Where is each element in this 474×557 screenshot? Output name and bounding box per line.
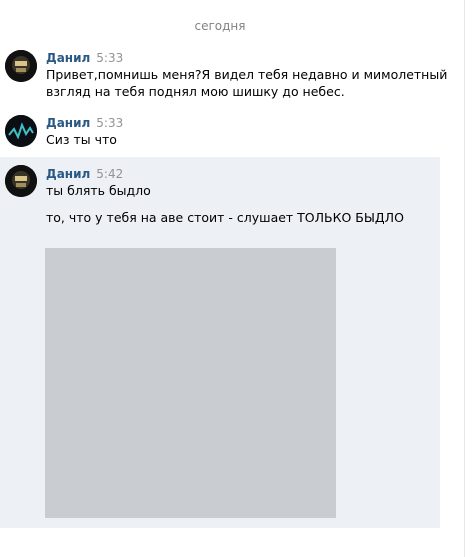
message-text: взгляд на тебя поднял мою шишку до небес…: [46, 84, 345, 99]
avatar[interactable]: [5, 50, 37, 82]
avatar-image: [5, 115, 37, 147]
chat-history: сегодня Данил 5:33 Привет,помнишь меня?Я …: [0, 0, 474, 557]
message-text: Привет,помнишь меня?Я видел тебя недавно…: [46, 67, 448, 82]
message-time[interactable]: 5:33: [96, 51, 123, 65]
message-time[interactable]: 5:33: [96, 116, 123, 130]
author-name[interactable]: Данил: [46, 116, 90, 130]
message-time[interactable]: 5:42: [96, 167, 123, 181]
message-text: то, что у тебя на аве стоит - слушает ТО…: [46, 210, 404, 225]
author-name[interactable]: Данил: [46, 167, 90, 181]
avatar-image: [5, 50, 37, 82]
photo-attachment[interactable]: [45, 248, 336, 518]
message-item: Данил 5:42 ты блять быдло то, что у тебя …: [0, 157, 440, 528]
date-divider: сегодня: [194, 19, 246, 33]
avatar-image: [5, 165, 37, 197]
message-meta: Данил 5:33: [46, 116, 123, 130]
message-meta: Данил 5:42: [46, 167, 123, 181]
message-meta: Данил 5:33: [46, 51, 123, 65]
author-name[interactable]: Данил: [46, 51, 90, 65]
avatar[interactable]: [5, 165, 37, 197]
avatar[interactable]: [5, 115, 37, 147]
message-text: Сиз ты что: [46, 132, 117, 147]
message-item: Данил 5:33 Привет,помнишь меня?Я видел те…: [0, 48, 447, 106]
message-item: Данил 5:33 Сиз ты что: [0, 113, 440, 153]
chat-scroll-border: [464, 0, 465, 557]
message-text: ты блять быдло: [46, 183, 151, 198]
